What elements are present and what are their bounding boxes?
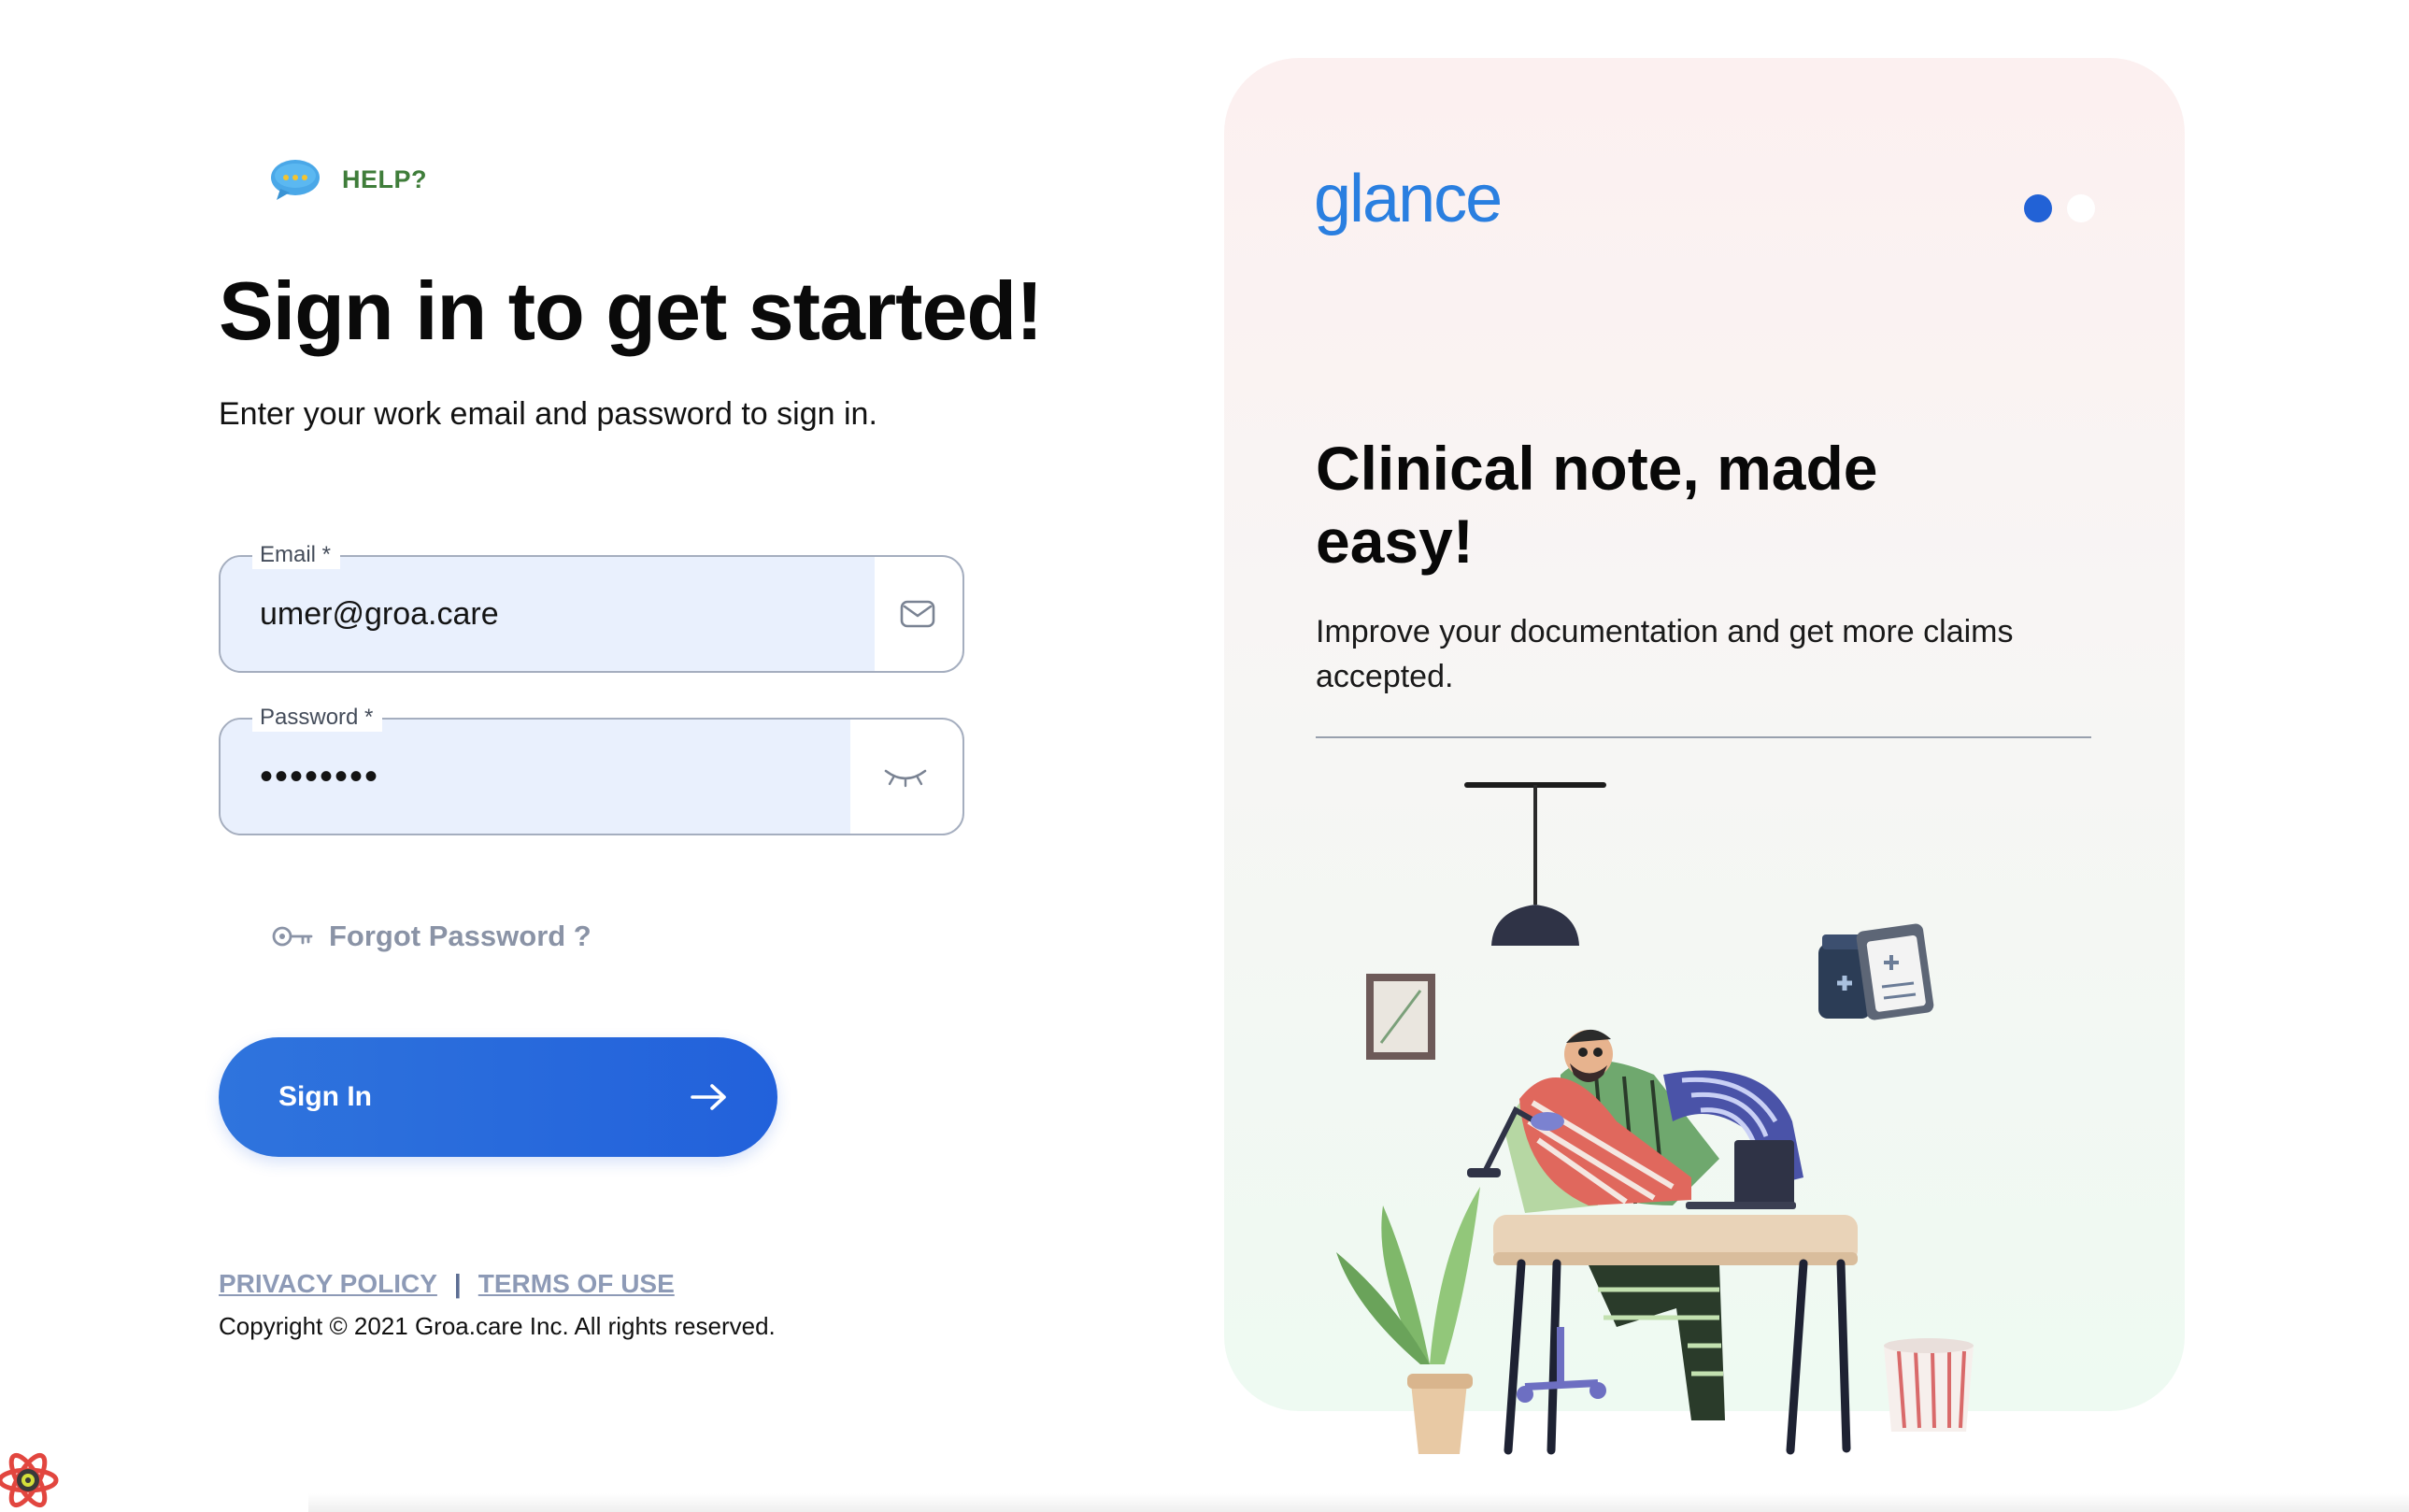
carousel-dot-1[interactable] — [2024, 194, 2052, 222]
sign-in-button[interactable]: Sign In — [219, 1037, 777, 1157]
email-field: Email * — [219, 541, 964, 673]
email-input[interactable] — [221, 557, 875, 671]
glance-logo: glance — [1314, 162, 1503, 236]
privacy-policy-link[interactable]: PRIVACY POLICY — [219, 1269, 437, 1299]
forgot-password-label: Forgot Password ? — [329, 920, 592, 952]
copyright-text: Copyright © 2021 Groa.care Inc. All righ… — [219, 1312, 776, 1340]
help-link[interactable]: HELP? — [269, 157, 427, 202]
envelope-icon — [900, 600, 935, 628]
terms-of-use-link[interactable]: TERMS OF USE — [478, 1269, 675, 1299]
toggle-password-button[interactable] — [848, 720, 962, 834]
carousel-indicators — [2024, 194, 2095, 222]
help-label: HELP? — [342, 164, 428, 193]
carousel-dot-2[interactable] — [2067, 194, 2095, 222]
page-title: Sign in to get started! — [219, 264, 1043, 357]
panel-description: Improve your documentation and get more … — [1316, 614, 2014, 694]
password-input[interactable] — [221, 720, 850, 834]
react-devtools-icon[interactable] — [0, 1439, 65, 1512]
page-subtitle: Enter your work email and password to si… — [219, 396, 877, 432]
doctor-desk-illustration — [1336, 782, 1974, 1455]
bottom-shadow — [308, 1493, 2409, 1512]
chat-bubble-icon — [271, 160, 320, 200]
key-icon — [272, 926, 313, 947]
forgot-password-link[interactable]: Forgot Password ? — [271, 920, 592, 953]
sign-in-label: Sign In — [278, 1081, 372, 1112]
email-icon-container — [873, 557, 962, 671]
legal-separator: | — [453, 1269, 462, 1298]
panel-heading: Clinical note, made easy! — [1316, 434, 1878, 576]
arrow-right-icon — [691, 1084, 726, 1110]
panel-divider — [1316, 736, 2091, 738]
password-field: Password * — [219, 704, 964, 835]
eye-closed-icon — [884, 769, 927, 788]
legal-links: PRIVACY POLICY | TERMS OF USE — [219, 1269, 675, 1299]
